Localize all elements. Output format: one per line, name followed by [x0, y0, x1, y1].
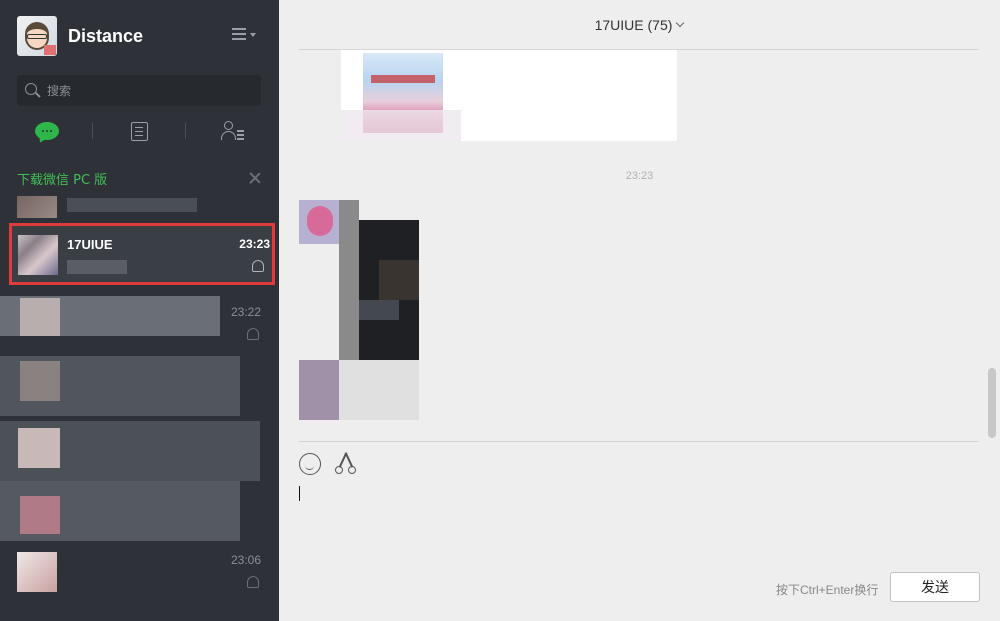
- menu-icon[interactable]: [232, 28, 258, 46]
- mute-bell-icon: [252, 260, 264, 272]
- sidebar: Distance 搜索 下载微信 PC 版 23:22 23:06 17UIUE…: [0, 0, 279, 621]
- conversation-preview: [67, 260, 127, 274]
- list-item[interactable]: 23:06: [0, 540, 279, 604]
- download-pc-link[interactable]: 下载微信 PC 版: [17, 169, 107, 188]
- chat-panel: 17UIUE (75) 23:23 按下Ctrl+Enter换行 发送: [279, 0, 1000, 621]
- blurred-region: [341, 110, 461, 141]
- chat-header[interactable]: 17UIUE (75): [299, 0, 979, 50]
- message-timestamp: 23:23: [625, 170, 654, 182]
- composer: 按下Ctrl+Enter换行 发送: [299, 441, 980, 621]
- search-box: [17, 75, 261, 106]
- conversation-time: 23:22: [230, 305, 261, 319]
- contacts-list-icon: [131, 121, 148, 141]
- chat-title: 17UIUE (75): [594, 16, 673, 33]
- tab-contacts[interactable]: [93, 114, 186, 148]
- blurred-region: [20, 361, 60, 401]
- send-hint: 按下Ctrl+Enter换行: [776, 583, 879, 597]
- search-input[interactable]: [47, 83, 247, 98]
- message-link-card[interactable]: [341, 50, 677, 141]
- scissors-icon[interactable]: [335, 452, 357, 476]
- text-cursor: [299, 486, 300, 501]
- search-icon: [23, 81, 43, 101]
- tab-favorites[interactable]: [186, 114, 279, 148]
- blurred-region: [20, 496, 60, 534]
- conversation-avatar: [17, 196, 57, 218]
- scrollbar[interactable]: [988, 368, 996, 438]
- avatar[interactable]: [17, 16, 57, 56]
- wechat-window: Distance 搜索 下载微信 PC 版 23:22 23:06 17UIUE…: [0, 0, 1000, 621]
- blurred-region: [18, 428, 60, 468]
- conversation-avatar: [17, 552, 57, 592]
- close-icon[interactable]: [248, 171, 262, 185]
- conversation-name: 17UIUE: [67, 237, 113, 252]
- conversation-preview: [67, 198, 197, 212]
- chevron-down-icon: [676, 18, 685, 27]
- mute-bell-icon: [247, 576, 259, 588]
- mute-bell-icon: [247, 328, 259, 340]
- chat-bubble-icon: [34, 122, 59, 140]
- list-item[interactable]: 23:22: [0, 292, 279, 356]
- username: Distance: [68, 25, 144, 46]
- download-banner: 下载微信 PC 版: [0, 160, 279, 196]
- avatar-tag: [44, 45, 56, 55]
- tab-chats[interactable]: [0, 114, 93, 148]
- sidebar-tabs: [0, 114, 279, 148]
- message-input[interactable]: [299, 486, 979, 566]
- avatar-glasses: [27, 34, 47, 39]
- contact-person-icon: [220, 121, 245, 141]
- group-avatar: [18, 235, 58, 275]
- profile: Distance: [17, 16, 143, 56]
- conversation-17uiue[interactable]: 17UIUE 23:23: [9, 223, 275, 285]
- conversation-time: 23:23: [239, 237, 270, 251]
- conversation-time: 23:06: [230, 553, 261, 567]
- emoji-icon[interactable]: [299, 453, 321, 475]
- send-button[interactable]: 发送: [890, 572, 980, 602]
